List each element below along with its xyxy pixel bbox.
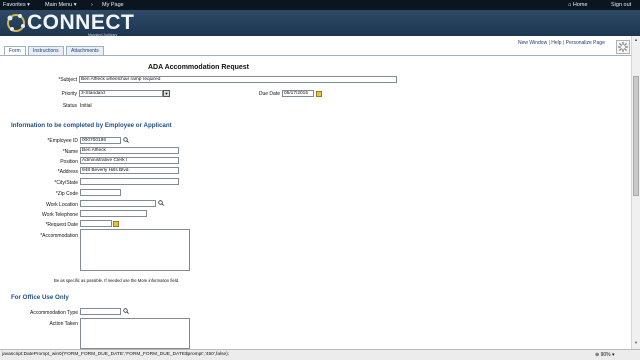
processing-indicator xyxy=(616,40,630,54)
favorites-label: Favorites xyxy=(3,2,26,8)
employee-id-search-icon[interactable] xyxy=(123,137,129,143)
status-bar-url: javascript:DatePrompt_win0('FORM_FORM_DU… xyxy=(2,352,230,357)
work-location-label: Work Location xyxy=(46,202,78,208)
zoom-value: 90% xyxy=(600,352,611,358)
position-label: Position xyxy=(60,159,78,165)
home-link[interactable]: ⌂ Home xyxy=(568,2,588,8)
zoom-chevron-down-icon: ▾ xyxy=(612,352,615,358)
work-location-search-icon[interactable] xyxy=(158,200,164,206)
help-link[interactable]: Help xyxy=(551,40,561,46)
zip-code-label: *Zip Code xyxy=(55,191,78,197)
employee-id-label: *Employee ID xyxy=(47,138,78,144)
zoom-level[interactable]: ⊕ 90% ▾ xyxy=(595,352,615,358)
priority-dropdown-chevron-down-icon[interactable]: ▼ xyxy=(163,90,170,97)
scroll-down-arrow-icon[interactable]: ▼ xyxy=(633,340,639,346)
favorites-menu[interactable]: Favorites ▾ xyxy=(3,2,30,8)
accommodation-label: *Accommodation xyxy=(40,233,78,239)
due-date-calendar-icon[interactable] xyxy=(316,91,322,97)
work-telephone-input[interactable] xyxy=(80,210,147,217)
breadcrumb-my-page[interactable]: My Page xyxy=(102,2,124,8)
personalize-page-link[interactable]: Personalize Page xyxy=(566,40,605,46)
vertical-scrollbar[interactable]: ▲ ▼ xyxy=(631,36,640,349)
accommodation-type-input[interactable] xyxy=(80,308,121,315)
accommodation-hint: Be as specific as possible. If needed us… xyxy=(54,278,180,283)
accommodation-textarea[interactable] xyxy=(80,229,190,271)
form-tabs: Form Instructions Attachments xyxy=(0,36,640,56)
position-input[interactable]: Administrative Clerk I xyxy=(80,157,179,164)
tab-attachments[interactable]: Attachments xyxy=(66,46,104,55)
work-telephone-label: Work Telephone xyxy=(42,212,78,218)
city-state-label: *City/State xyxy=(54,180,78,186)
request-date-label: *Request Date xyxy=(45,222,78,228)
tab-instructions[interactable]: Instructions xyxy=(28,46,64,55)
priority-select[interactable]: 3-Standard xyxy=(79,90,163,97)
action-taken-textarea[interactable] xyxy=(80,318,190,349)
status-value: Initial xyxy=(80,103,92,109)
city-state-input[interactable] xyxy=(80,178,179,185)
name-input[interactable]: Ben Affleck xyxy=(80,147,179,154)
subject-input[interactable]: Ben Affleck wheelchair ramp required xyxy=(79,76,397,83)
priority-label: Priority xyxy=(61,91,77,97)
page-links: New Window | Help | Personalize Page xyxy=(518,40,605,46)
home-label: Home xyxy=(572,2,588,8)
work-location-input[interactable] xyxy=(80,200,156,207)
office-section-heading: For Office Use Only xyxy=(11,294,69,301)
employee-section-heading: Information to be completed by Employee … xyxy=(11,122,172,129)
zip-code-input[interactable] xyxy=(80,189,121,196)
accommodation-type-search-icon[interactable] xyxy=(123,308,129,314)
signout-link[interactable]: Sign out xyxy=(611,2,631,8)
home-icon: ⌂ xyxy=(568,2,572,8)
due-date-input[interactable]: 05/17/2015 xyxy=(282,90,314,97)
action-taken-label: Action Taken xyxy=(49,321,78,327)
address-label: *Address xyxy=(57,169,78,175)
form-title: ADA Accommodation Request xyxy=(148,64,249,71)
tab-underline xyxy=(0,55,631,56)
main-menu-label: Main Menu xyxy=(45,2,73,8)
app-banner: CONNECT Maryland Judiciary xyxy=(0,10,640,37)
link-separator: | xyxy=(548,40,550,46)
accommodation-type-label: Accommodation Type xyxy=(30,310,78,316)
top-navigation-bar: Favorites ▾ Main Menu ▾ › My Page ⌂ Home… xyxy=(0,0,640,10)
scroll-up-arrow-icon[interactable]: ▲ xyxy=(633,37,639,43)
link-separator: | xyxy=(562,40,565,46)
zoom-icon: ⊕ xyxy=(595,352,600,358)
status-label: Status xyxy=(62,103,77,109)
spinner-icon xyxy=(617,41,629,53)
connect-logo-icon xyxy=(7,14,25,32)
due-date-label: Due Date xyxy=(258,91,280,97)
app-logo-text: CONNECT xyxy=(27,11,135,34)
request-date-input[interactable] xyxy=(80,220,112,227)
breadcrumb-separator: › xyxy=(91,2,93,8)
employee-id-input[interactable]: 000700196 xyxy=(80,137,121,144)
main-menu[interactable]: Main Menu ▾ xyxy=(45,2,77,8)
request-date-calendar-icon[interactable] xyxy=(113,221,119,227)
browser-status-bar: javascript:DatePrompt_win0('FORM_FORM_DU… xyxy=(0,349,640,360)
new-window-link[interactable]: New Window xyxy=(518,40,547,46)
scrollbar-thumb[interactable] xyxy=(633,76,639,196)
name-label: *Name xyxy=(62,149,78,155)
subject-label: *Subject xyxy=(58,77,77,83)
address-input[interactable]: 948 Beverly Hills Blvd. xyxy=(80,167,179,174)
